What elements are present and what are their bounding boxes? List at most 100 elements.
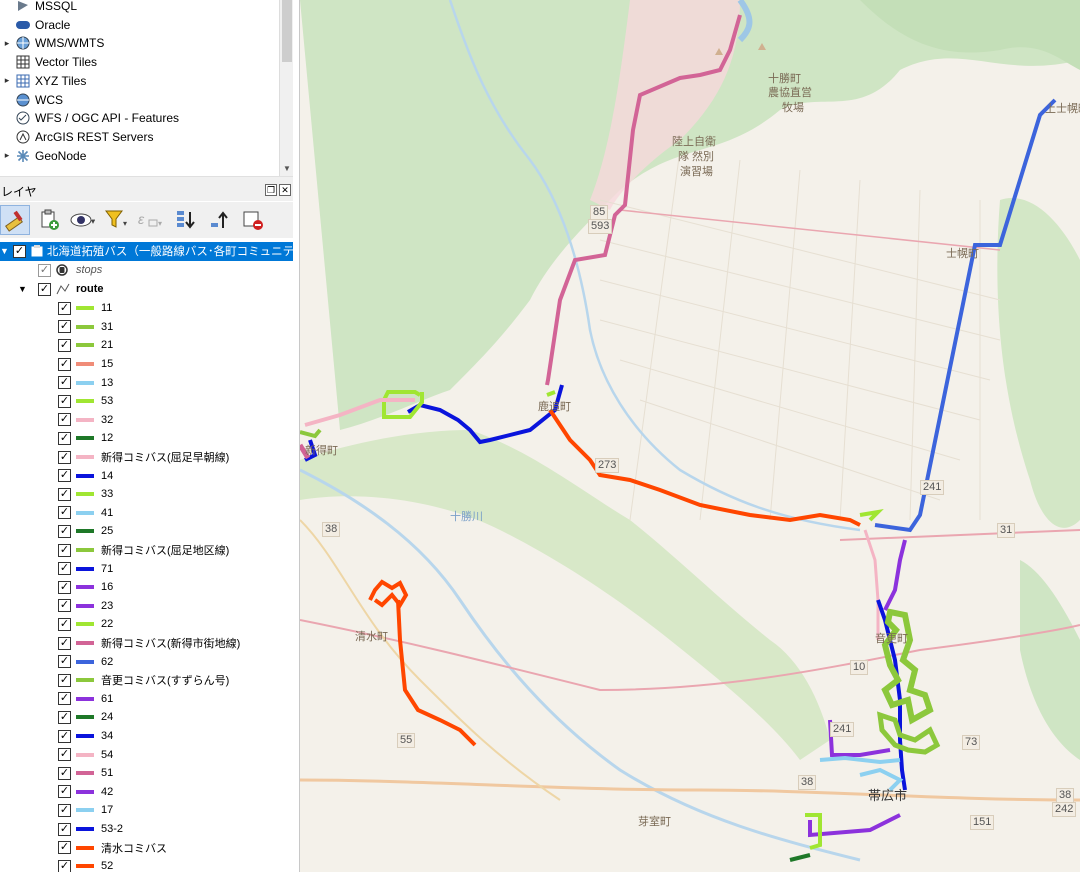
group-layer-row[interactable]: ▼ ✓ 北海道拓殖バス（一般路線バス･各町コミュニティ (0, 242, 293, 261)
route-class-checkbox[interactable]: ✓ (58, 599, 71, 613)
route-class-row[interactable]: ✓ 新得コミバス(新得市街地線) (0, 634, 293, 653)
route-class-checkbox[interactable]: ✓ (58, 710, 71, 724)
route-class-checkbox[interactable]: ✓ (58, 469, 71, 483)
route-class-checkbox[interactable]: ✓ (58, 729, 71, 743)
close-panel-icon[interactable]: ✕ (279, 184, 291, 196)
expression-filter-icon[interactable]: ε ▾ (136, 205, 166, 235)
route-class-row[interactable]: ✓ 清水コミバス (0, 838, 293, 857)
route-class-row[interactable]: ✓ 54 (0, 745, 293, 764)
route-class-row[interactable]: ✓ 23 (0, 597, 293, 616)
route-class-checkbox[interactable]: ✓ (58, 376, 71, 390)
expand-arrow-icon[interactable]: ▸ (0, 75, 14, 86)
route-class-row[interactable]: ✓ 新得コミバス(屈足早朝線) (0, 448, 293, 467)
scroll-down-arrow-icon[interactable]: ▼ (280, 162, 293, 176)
route-class-row[interactable]: ✓ 22 (0, 615, 293, 634)
route-class-row[interactable]: ✓ 42 (0, 783, 293, 802)
route-class-row[interactable]: ✓ 61 (0, 690, 293, 709)
browser-item[interactable]: Oracle (0, 16, 70, 34)
style-manager-icon[interactable] (0, 205, 30, 235)
route-class-checkbox[interactable]: ✓ (58, 357, 71, 371)
route-class-checkbox[interactable]: ✓ (58, 301, 71, 315)
route-class-label: 33 (101, 488, 114, 501)
route-checkbox[interactable]: ✓ (38, 282, 51, 296)
browser-item[interactable]: WCS (0, 91, 63, 109)
map-canvas[interactable]: 陸上自衛 隊 然別 演習場 十勝町 農協直営 牧場 鹿追町 新得町 十勝川 清水… (300, 0, 1080, 872)
route-class-row[interactable]: ✓ 21 (0, 336, 293, 355)
collapse-arrow-icon[interactable]: ▼ (0, 246, 9, 256)
layer-tree: ▼ ✓ 北海道拓殖バス（一般路線バス･各町コミュニティ ✓ stops ▼ ✓ … (0, 240, 293, 872)
route-class-checkbox[interactable]: ✓ (58, 748, 71, 762)
route-class-checkbox[interactable]: ✓ (58, 320, 71, 334)
route-class-checkbox[interactable]: ✓ (58, 431, 71, 445)
route-class-row[interactable]: ✓ 12 (0, 429, 293, 448)
route-class-checkbox[interactable]: ✓ (58, 617, 71, 631)
route-class-checkbox[interactable]: ✓ (58, 673, 71, 687)
browser-item[interactable]: ▸ WMS/WMTS (0, 34, 105, 52)
route-class-checkbox[interactable]: ✓ (58, 785, 71, 799)
visibility-eye-icon[interactable]: ▾ (68, 205, 98, 235)
stops-layer-row[interactable]: ✓ stops (0, 261, 293, 280)
route-class-row[interactable]: ✓ 62 (0, 652, 293, 671)
browser-item[interactable]: ▸ GeoNode (0, 147, 87, 165)
route-class-checkbox[interactable]: ✓ (58, 487, 71, 501)
route-class-checkbox[interactable]: ✓ (58, 803, 71, 817)
route-class-label: 24 (101, 711, 114, 724)
float-panel-icon[interactable]: ❐ (265, 184, 277, 196)
route-class-checkbox[interactable]: ✓ (58, 859, 71, 872)
route-class-row[interactable]: ✓ 32 (0, 411, 293, 430)
route-class-label: 53-2 (101, 823, 124, 836)
route-class-checkbox[interactable]: ✓ (58, 524, 71, 538)
route-class-row[interactable]: ✓ 31 (0, 318, 293, 337)
route-class-checkbox[interactable]: ✓ (58, 636, 71, 650)
route-class-row[interactable]: ✓ 52 (0, 857, 293, 872)
remove-layer-icon[interactable] (238, 205, 268, 235)
route-class-row[interactable]: ✓ 41 (0, 504, 293, 523)
route-class-checkbox[interactable]: ✓ (58, 338, 71, 352)
route-class-row[interactable]: ✓ 15 (0, 355, 293, 374)
browser-item[interactable]: Vector Tiles (0, 53, 97, 71)
browser-item[interactable]: ArcGIS REST Servers (0, 128, 153, 146)
route-collapse-arrow-icon[interactable]: ▼ (18, 284, 28, 294)
route-class-checkbox[interactable]: ✓ (58, 394, 71, 408)
route-class-checkbox[interactable]: ✓ (58, 580, 71, 594)
route-class-checkbox[interactable]: ✓ (58, 655, 71, 669)
browser-item[interactable]: ▸ XYZ Tiles (0, 72, 87, 90)
add-group-icon[interactable] (34, 205, 64, 235)
route-class-checkbox[interactable]: ✓ (58, 450, 71, 464)
scrollbar-thumb[interactable] (282, 0, 292, 62)
route-class-row[interactable]: ✓ 51 (0, 764, 293, 783)
route-class-row[interactable]: ✓ 71 (0, 559, 293, 578)
filter-icon[interactable]: ▾ (102, 205, 132, 235)
route-class-row[interactable]: ✓ 音更コミバス(すずらん号) (0, 671, 293, 690)
route-layer-row[interactable]: ▼ ✓ route (0, 280, 293, 299)
route-class-checkbox[interactable]: ✓ (58, 692, 71, 706)
route-class-checkbox[interactable]: ✓ (58, 562, 71, 576)
expand-arrow-icon[interactable]: ▸ (0, 38, 14, 49)
route-class-checkbox[interactable]: ✓ (58, 766, 71, 780)
route-class-row[interactable]: ✓ 53-2 (0, 820, 293, 839)
route-class-row[interactable]: ✓ 33 (0, 485, 293, 504)
route-class-checkbox[interactable]: ✓ (58, 506, 71, 520)
route-class-row[interactable]: ✓ 24 (0, 708, 293, 727)
route-class-row[interactable]: ✓ 13 (0, 373, 293, 392)
route-class-checkbox[interactable]: ✓ (58, 543, 71, 557)
route-class-row[interactable]: ✓ 16 (0, 578, 293, 597)
route-class-row[interactable]: ✓ 34 (0, 727, 293, 746)
stops-checkbox[interactable]: ✓ (38, 263, 51, 277)
route-class-row[interactable]: ✓ 53 (0, 392, 293, 411)
route-class-row[interactable]: ✓ 新得コミバス(屈足地区線) (0, 541, 293, 560)
browser-item[interactable]: MSSQL (0, 0, 77, 15)
route-class-checkbox[interactable]: ✓ (58, 413, 71, 427)
route-class-checkbox[interactable]: ✓ (58, 841, 71, 855)
route-class-row[interactable]: ✓ 11 (0, 299, 293, 318)
collapse-all-icon[interactable] (204, 205, 234, 235)
route-class-row[interactable]: ✓ 25 (0, 522, 293, 541)
route-class-row[interactable]: ✓ 14 (0, 466, 293, 485)
expand-arrow-icon[interactable]: ▸ (0, 150, 14, 161)
browser-item[interactable]: WFS / OGC API - Features (0, 109, 179, 127)
browser-scrollbar[interactable]: ▼ (279, 0, 293, 176)
route-class-checkbox[interactable]: ✓ (58, 822, 71, 836)
route-class-row[interactable]: ✓ 17 (0, 801, 293, 820)
expand-all-icon[interactable] (170, 205, 200, 235)
group-checkbox[interactable]: ✓ (12, 244, 26, 258)
